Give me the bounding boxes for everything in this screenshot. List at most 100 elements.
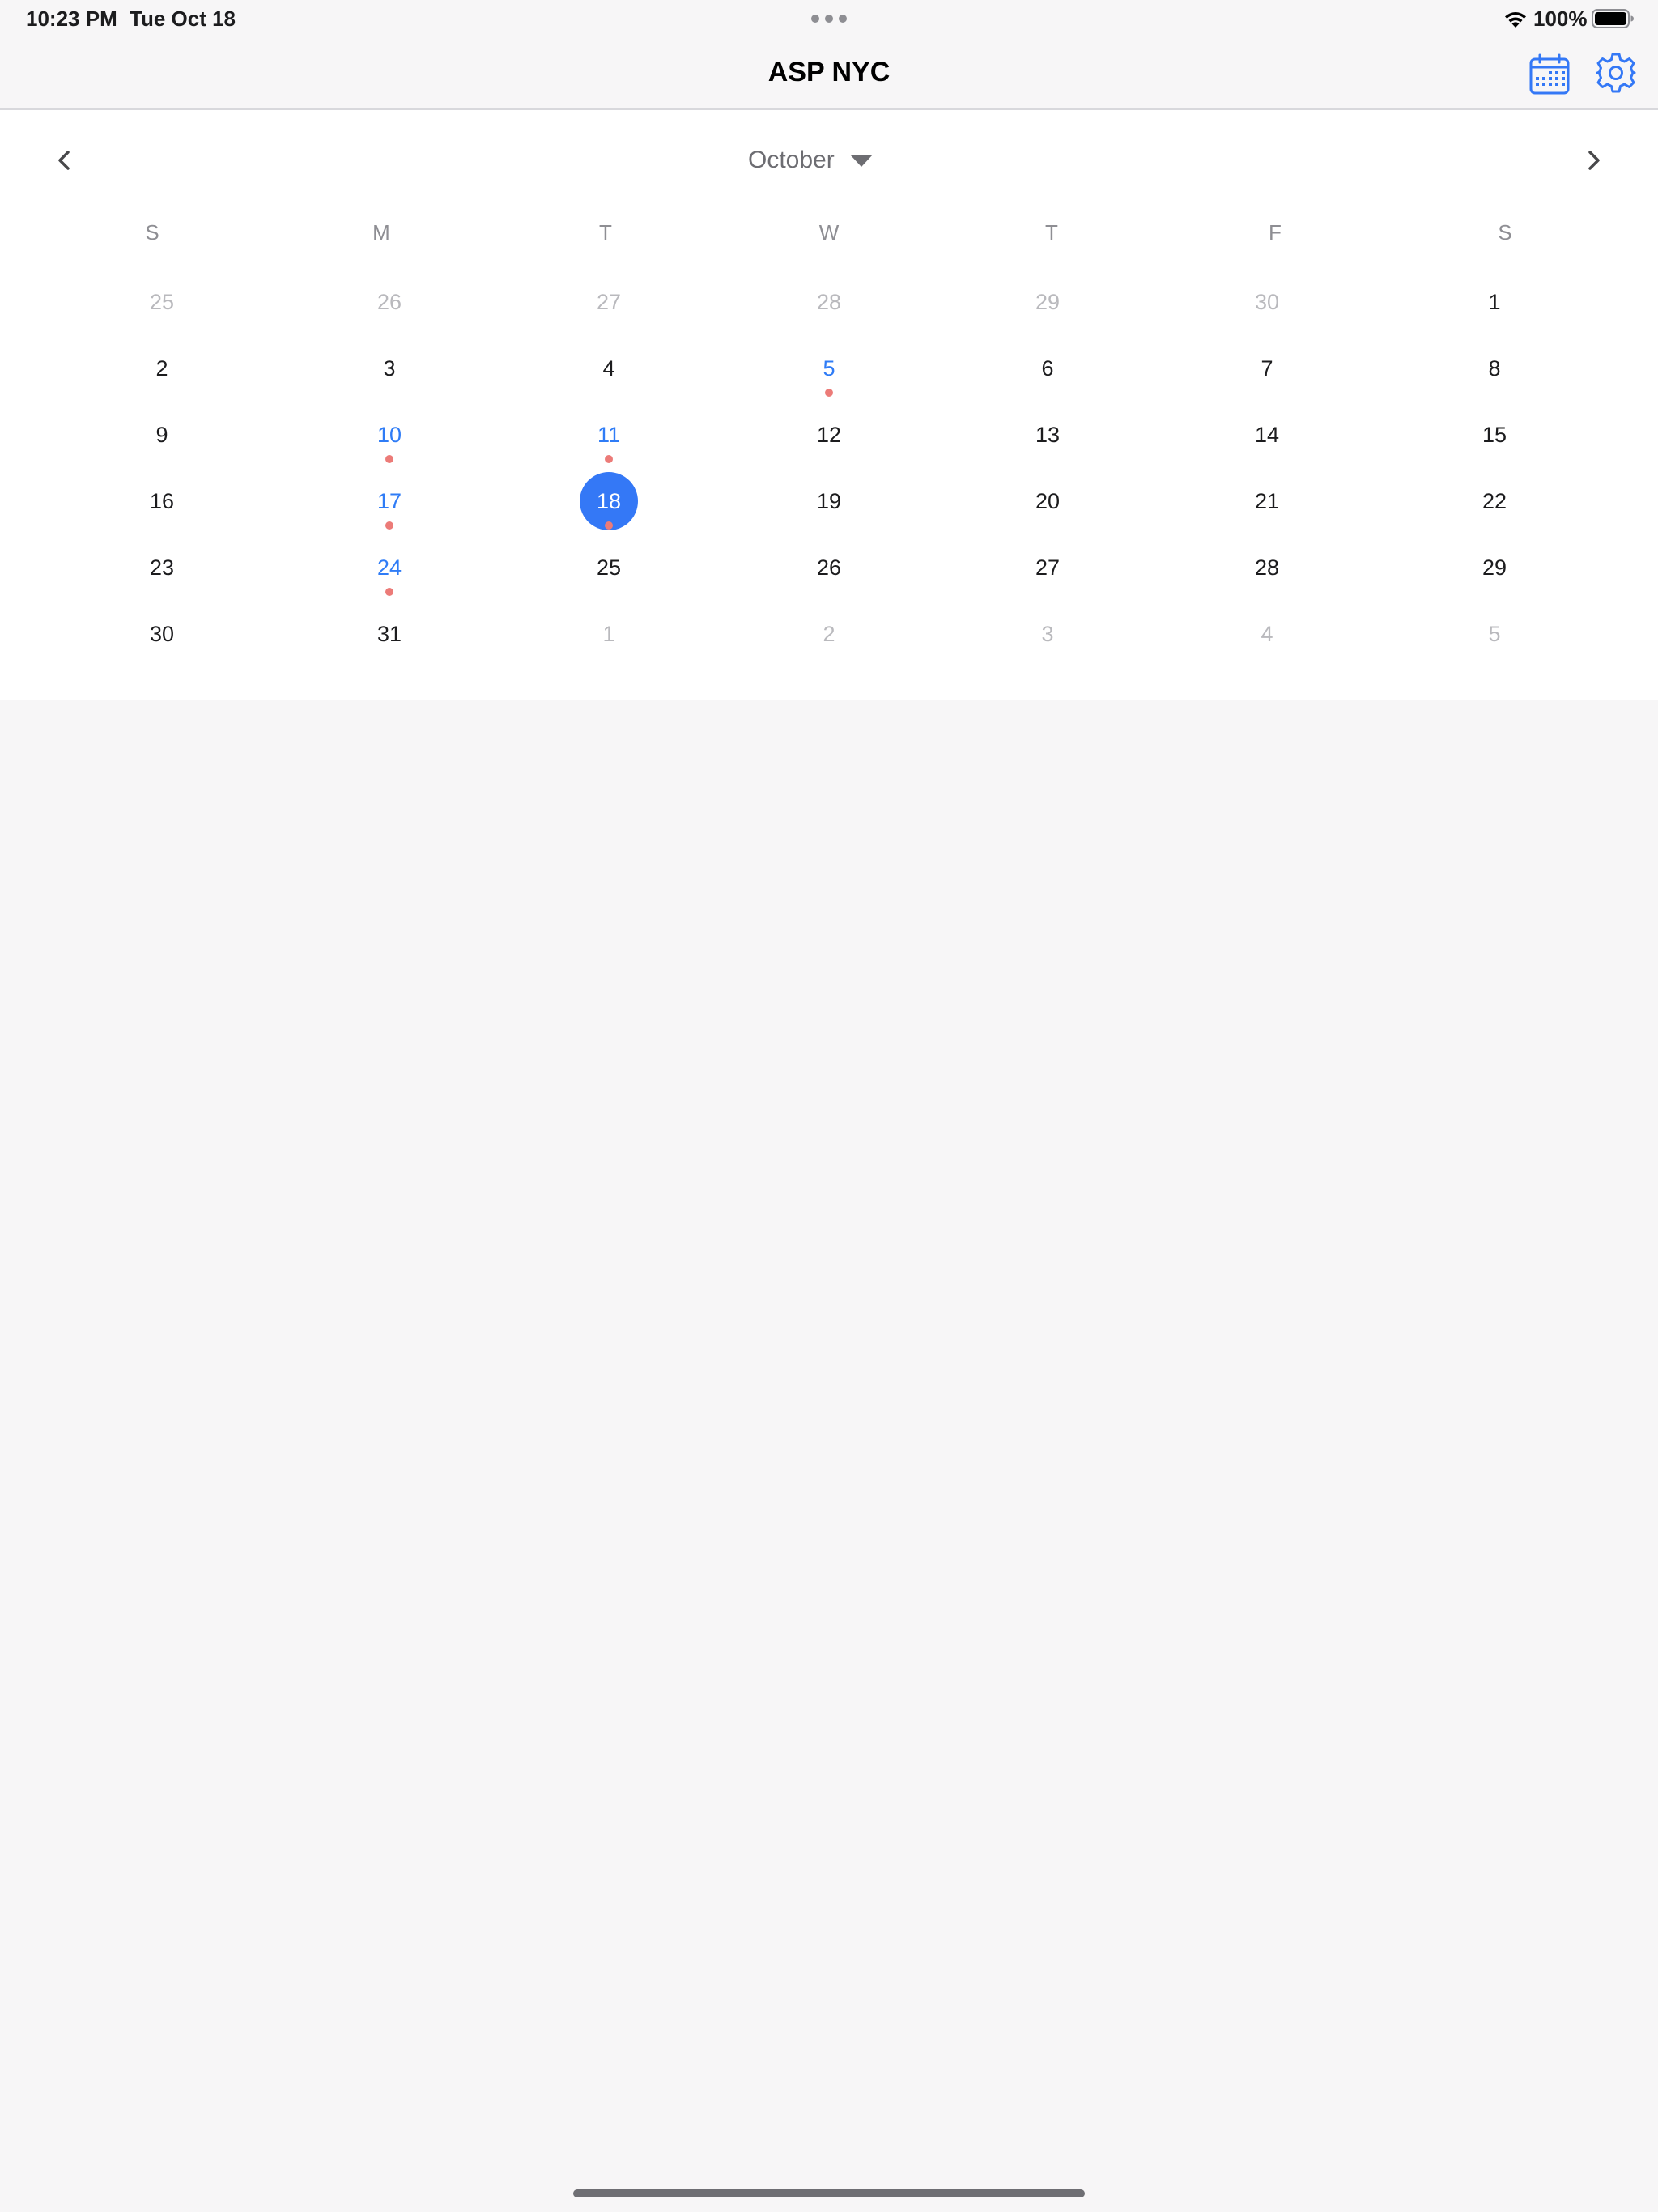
day-cell[interactable]: 29 (1454, 538, 1535, 602)
chevron-right-icon (1588, 151, 1600, 170)
day-number: 13 (1035, 423, 1061, 447)
day-cell[interactable]: 5 (789, 338, 869, 403)
day-cell[interactable]: 9 (121, 405, 202, 470)
status-date: Tue Oct 18 (130, 6, 236, 31)
day-number: 29 (1035, 290, 1061, 314)
day-number: 11 (597, 423, 621, 447)
event-indicator-dot (605, 521, 613, 530)
day-number: 30 (1254, 290, 1280, 314)
weekday-label: T (1045, 220, 1058, 245)
month-label: October (748, 147, 835, 173)
day-cell[interactable]: 15 (1454, 405, 1535, 470)
day-number: 27 (596, 290, 622, 314)
day-cell[interactable]: 3 (349, 338, 430, 403)
day-cell[interactable]: 24 (349, 538, 430, 602)
day-cell[interactable]: 1 (568, 604, 649, 669)
calendar-view-button[interactable] (1528, 53, 1571, 96)
day-cell[interactable]: 30 (121, 604, 202, 669)
day-number: 5 (823, 356, 835, 381)
day-number: 25 (596, 555, 622, 580)
day-number: 21 (1254, 489, 1280, 513)
day-cell[interactable]: 20 (1007, 471, 1088, 536)
day-cell[interactable]: 16 (121, 471, 202, 536)
day-number: 6 (1041, 356, 1054, 381)
day-number: 16 (149, 489, 175, 513)
day-number: 27 (1035, 555, 1061, 580)
weekday-header-row: S M T W T F S (0, 220, 1658, 253)
day-cell[interactable]: 5 (1454, 604, 1535, 669)
day-number: 7 (1261, 356, 1273, 381)
day-cell[interactable]: 28 (789, 272, 869, 337)
day-number: 9 (155, 423, 168, 447)
day-number: 25 (149, 290, 175, 314)
chevron-left-icon (58, 151, 70, 170)
day-number: 31 (376, 622, 402, 646)
weekday-label: W (818, 220, 840, 245)
event-indicator-dot (385, 455, 393, 463)
day-cell[interactable]: 10 (349, 405, 430, 470)
day-cell[interactable]: 21 (1226, 471, 1307, 536)
weekday-label: T (599, 220, 612, 245)
day-cell-selected[interactable]: 18 (568, 471, 649, 536)
day-cell[interactable]: 23 (121, 538, 202, 602)
day-number: 8 (1488, 356, 1501, 381)
day-cell[interactable]: 8 (1454, 338, 1535, 403)
day-number: 23 (149, 555, 175, 580)
day-cell[interactable]: 22 (1454, 471, 1535, 536)
gear-icon (1596, 53, 1636, 93)
day-cell[interactable]: 29 (1007, 272, 1088, 337)
day-cell[interactable]: 25 (121, 272, 202, 337)
weekday-label: S (145, 220, 159, 245)
day-cell[interactable]: 17 (349, 471, 430, 536)
day-number: 14 (1254, 423, 1280, 447)
day-cell[interactable]: 4 (1226, 604, 1307, 669)
day-cell[interactable]: 6 (1007, 338, 1088, 403)
day-cell[interactable]: 2 (121, 338, 202, 403)
day-number: 24 (376, 555, 402, 580)
day-cell[interactable]: 4 (568, 338, 649, 403)
weekday-label: F (1269, 220, 1282, 245)
day-cell[interactable]: 25 (568, 538, 649, 602)
calendar-icon (1529, 53, 1570, 95)
day-number: 29 (1482, 555, 1507, 580)
day-cell[interactable]: 26 (349, 272, 430, 337)
day-cell[interactable]: 26 (789, 538, 869, 602)
day-cell[interactable]: 13 (1007, 405, 1088, 470)
multitasking-dots-icon[interactable] (811, 15, 847, 23)
day-cell[interactable]: 27 (1007, 538, 1088, 602)
wifi-icon (1505, 12, 1526, 28)
caret-down-icon (849, 155, 873, 167)
status-time: 10:23 PM (26, 6, 117, 31)
day-number: 5 (1488, 622, 1501, 646)
day-cell[interactable]: 11 (568, 405, 649, 470)
day-cell[interactable]: 1 (1454, 272, 1535, 337)
day-number: 22 (1482, 489, 1507, 513)
day-cell[interactable]: 14 (1226, 405, 1307, 470)
calendar-card: October S M T W T F S 25 26 27 28 29 30 1 2 3 4 5 6… (0, 110, 1658, 700)
next-month-button[interactable] (1574, 141, 1613, 180)
day-number: 10 (376, 423, 402, 447)
day-number: 19 (816, 489, 842, 513)
day-cell[interactable]: 2 (789, 604, 869, 669)
day-cell[interactable]: 3 (1007, 604, 1088, 669)
day-number: 17 (376, 489, 402, 513)
day-cell[interactable]: 7 (1226, 338, 1307, 403)
day-number: 1 (602, 622, 615, 646)
day-cell[interactable]: 28 (1226, 538, 1307, 602)
day-number: 28 (816, 290, 842, 314)
day-number: 4 (602, 356, 615, 381)
day-number: 26 (816, 555, 842, 580)
day-cell[interactable]: 31 (349, 604, 430, 669)
day-cell[interactable]: 12 (789, 405, 869, 470)
previous-month-button[interactable] (45, 141, 84, 180)
day-cell[interactable]: 30 (1226, 272, 1307, 337)
day-number: 4 (1261, 622, 1273, 646)
settings-button[interactable] (1595, 52, 1637, 94)
event-indicator-dot (605, 455, 613, 463)
day-number: 12 (816, 423, 842, 447)
month-picker[interactable]: October (748, 143, 874, 178)
event-indicator-dot (385, 588, 393, 596)
day-cell[interactable]: 19 (789, 471, 869, 536)
home-indicator[interactable] (573, 2189, 1085, 2197)
day-cell[interactable]: 27 (568, 272, 649, 337)
